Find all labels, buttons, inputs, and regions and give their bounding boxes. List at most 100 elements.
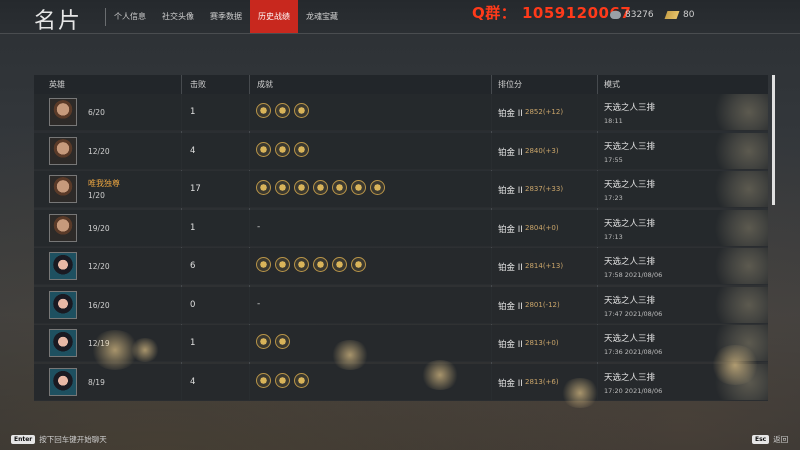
header-kills: 击败: [190, 80, 206, 89]
rank-tier: 铂金 II: [498, 147, 523, 158]
row-decoration: [704, 132, 768, 169]
tab-dragon-treasure[interactable]: 龙魂宝藏: [298, 0, 346, 33]
row-decoration: [704, 363, 768, 400]
achievement-badge-icon[interactable]: [370, 180, 385, 195]
achievement-badge-icon[interactable]: [294, 180, 309, 195]
game-mode: 天选之人三排: [604, 180, 656, 190]
table-row[interactable]: 19/20 1 - 铂金 II 2804(+0) 天选之人三排 17:13: [34, 209, 768, 247]
achievement-list: [256, 103, 313, 118]
enter-key-badge: Enter: [11, 435, 36, 444]
game-mode: 天选之人三排: [604, 103, 656, 113]
esc-key-badge: Esc: [752, 435, 770, 444]
tab-social-avatar[interactable]: 社交头像: [154, 0, 202, 33]
male-hero-avatar: [49, 98, 77, 126]
table-row[interactable]: 8/19 4 铂金 II 2813(+6) 天选之人三排 17:20 2021/08/06: [34, 363, 768, 401]
table-row[interactable]: 12/19 1 铂金 II 2813(+0) 天选之人三排 17:36 2021/08/0…: [34, 325, 768, 362]
kill-count: 4: [190, 145, 196, 156]
placement: 1/20: [88, 191, 105, 200]
kill-count: 1: [190, 338, 196, 348]
no-achievement: -: [257, 221, 261, 232]
table-row[interactable]: 6/20 1 铂金 II 2852(+12) 天选之人三排 18:11: [34, 94, 768, 131]
gold-bar-icon: [664, 11, 680, 19]
table-row[interactable]: 12/20 4 铂金 II 2840(+3) 天选之人三排 17:55: [34, 132, 768, 170]
promo-text: Q群： 1059120067: [472, 4, 632, 22]
achievement-badge-icon[interactable]: [275, 141, 290, 157]
achievement-badge-icon[interactable]: [275, 257, 290, 272]
no-achievement: -: [257, 298, 261, 309]
rank-score: 2814(+13): [525, 262, 564, 270]
achievement-badge-icon[interactable]: [275, 103, 290, 118]
female-hero-avatar: [49, 367, 77, 396]
rank-tier: 铂金 II: [498, 224, 523, 235]
table-row[interactable]: 16/20 0 - 铂金 II 2801(-12) 天选之人三排 17:47 2021/08…: [34, 286, 768, 324]
kill-count: 6: [190, 261, 196, 271]
achievement-badge-icon[interactable]: [256, 103, 271, 118]
chat-hint-label: 按下回车键开始聊天: [39, 435, 107, 444]
game-mode: 天选之人三排: [604, 141, 656, 152]
achievement-list: [256, 180, 389, 195]
match-history-table: 英雄 击败 成就 排位分 模式 6/20 1 铂金 II 2852(+12) 天选之人三…: [34, 75, 768, 401]
achievement-badge-icon[interactable]: [294, 141, 309, 157]
achievement-badge-icon[interactable]: [275, 334, 290, 349]
match-time: 17:13: [604, 232, 623, 241]
achievement-badge-icon[interactable]: [313, 180, 328, 195]
achievement-badge-icon[interactable]: [256, 334, 271, 349]
top-bar: 名片 个人信息 社交头像 赛季数据 历史战绩 龙魂宝藏 Q群： 10591200…: [0, 0, 800, 34]
achievement-badge-icon[interactable]: [294, 103, 309, 118]
row-decoration: [704, 248, 768, 284]
rank-score: 2813(+6): [525, 377, 559, 386]
table-row[interactable]: 12/20 6 铂金 II 2814(+13) 天选之人三排 17:58 2021/08/…: [34, 248, 768, 285]
match-time: 17:20 2021/08/06: [604, 386, 663, 395]
back-button[interactable]: Esc 返回: [752, 434, 788, 445]
placement: 12/19: [88, 339, 110, 348]
achievement-badge-icon[interactable]: [313, 257, 328, 272]
tab-match-history[interactable]: 历史战绩: [250, 0, 298, 33]
row-decoration: [704, 325, 768, 361]
game-mode: 天选之人三排: [604, 295, 656, 306]
achievement-badge-icon[interactable]: [351, 180, 366, 195]
header-achievements: 成就: [257, 80, 273, 89]
placement: 8/19: [88, 377, 105, 387]
achievement-list: [256, 372, 313, 388]
achievement-badge-icon[interactable]: [294, 372, 309, 388]
kill-count: 1: [190, 222, 196, 233]
achievement-badge-icon[interactable]: [275, 180, 290, 195]
placement: 16/20: [88, 300, 110, 310]
table-row[interactable]: 唯我独尊 1/20 17 铂金 II 2837(+33) 天选之人三排 17:23: [34, 171, 768, 208]
achievement-badge-icon[interactable]: [256, 372, 271, 388]
achievement-badge-icon[interactable]: [332, 180, 347, 195]
achievement-badge-icon[interactable]: [294, 257, 309, 272]
rank-score: 2813(+0): [525, 339, 559, 347]
placement: 6/20: [88, 108, 105, 117]
match-time: 17:47 2021/08/06: [604, 309, 663, 318]
rank-tier: 铂金 II: [498, 109, 523, 119]
tab-season-data[interactable]: 赛季数据: [202, 0, 250, 33]
scrollbar[interactable]: [772, 75, 775, 205]
achievement-badge-icon[interactable]: [332, 257, 347, 272]
female-hero-avatar: [49, 252, 77, 280]
rank-score: 2840(+3): [525, 146, 559, 155]
achievement-list: [256, 334, 294, 349]
rank-tier: 铂金 II: [498, 301, 523, 312]
rank-tier: 铂金 II: [498, 340, 523, 350]
game-mode: 天选之人三排: [604, 257, 656, 267]
tab-bar: 个人信息 社交头像 赛季数据 历史战绩 龙魂宝藏: [106, 0, 346, 33]
tab-personal-info[interactable]: 个人信息: [106, 0, 154, 33]
achievement-list: [256, 141, 313, 157]
match-time: 17:58 2021/08/06: [604, 271, 663, 279]
kill-count: 4: [190, 376, 196, 387]
kill-count: 0: [190, 299, 196, 310]
achievement-badge-icon[interactable]: [256, 141, 271, 157]
female-hero-avatar: [49, 290, 77, 319]
chat-hint[interactable]: Enter 按下回车键开始聊天: [11, 434, 107, 445]
coin-icon: [610, 11, 621, 19]
coin-balance: 83276: [610, 10, 654, 20]
achievement-badge-icon[interactable]: [275, 372, 290, 388]
match-time: 17:55: [604, 155, 623, 164]
placement: 19/20: [88, 223, 110, 233]
achievement-badge-icon[interactable]: [351, 257, 366, 272]
achievement-badge-icon[interactable]: [256, 257, 271, 272]
male-hero-avatar: [49, 213, 77, 242]
achievement-badge-icon[interactable]: [256, 180, 271, 195]
male-hero-avatar: [49, 175, 77, 203]
